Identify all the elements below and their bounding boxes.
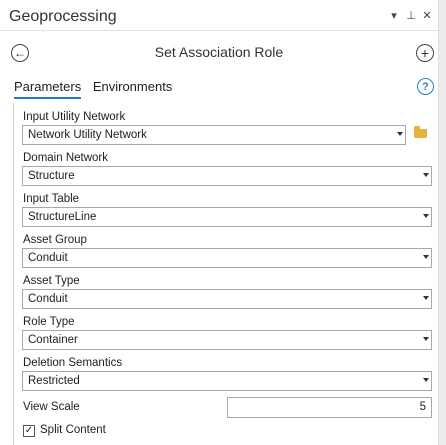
chevron-down-icon [423,255,429,259]
deletion-semantics-dropdown[interactable]: Restricted [22,371,432,391]
field-value: StructureLine [28,211,97,223]
domain-network-dropdown[interactable]: Structure [22,166,432,186]
field-value: Container [28,334,78,346]
pane-scrollbar[interactable] [438,0,446,445]
chevron-down-icon [423,296,429,300]
param-label-asset-group: Asset Group [23,234,87,246]
param-label-asset-type: Asset Type [23,275,80,287]
chevron-down-icon [423,337,429,341]
param-label-input-utility-network: Input Utility Network [23,111,126,123]
asset-type-dropdown[interactable]: Conduit [22,289,432,309]
param-label-input-table: Input Table [23,193,80,205]
close-icon[interactable]: ✕ [421,8,433,24]
browse-folder-icon[interactable] [414,126,427,138]
split-content-label: Split Content [40,424,106,436]
input-table-dropdown[interactable]: StructureLine [22,207,432,227]
pane-divider [0,30,438,31]
plus-icon: + [420,45,430,61]
field-value: Network Utility Network [28,129,147,141]
tool-title: Set Association Role [154,44,284,60]
pin-icon[interactable]: ⊥ [405,8,417,24]
pane-menu-icon[interactable]: ▾ [388,8,400,24]
tab-parameters[interactable]: Parameters [14,79,82,99]
view-scale-input[interactable]: 5 [227,397,432,418]
pane-title: Geoprocessing [9,8,117,25]
role-type-dropdown[interactable]: Container [22,330,432,350]
field-value: Conduit [28,252,68,264]
add-button[interactable]: + [416,44,434,62]
tab-bar: Parameters Environments [14,79,180,99]
field-value: Conduit [28,293,68,305]
param-label-view-scale: View Scale [23,401,80,413]
param-label-domain-network: Domain Network [23,152,108,164]
chevron-down-icon [423,378,429,382]
tab-environments[interactable]: Environments [93,79,172,97]
field-value: Structure [28,170,75,182]
input-utility-network-dropdown[interactable]: Network Utility Network [22,125,406,145]
split-content-checkbox[interactable]: ✓ [23,425,35,437]
param-label-role-type: Role Type [23,316,75,328]
chevron-down-icon [423,173,429,177]
chevron-down-icon [423,214,429,218]
help-icon[interactable]: ? [417,78,434,95]
parameters-frame [13,103,14,445]
param-label-deletion-semantics: Deletion Semantics [23,357,123,369]
chevron-down-icon [397,132,403,136]
asset-group-dropdown[interactable]: Conduit [22,248,432,268]
field-value: Restricted [28,375,80,387]
